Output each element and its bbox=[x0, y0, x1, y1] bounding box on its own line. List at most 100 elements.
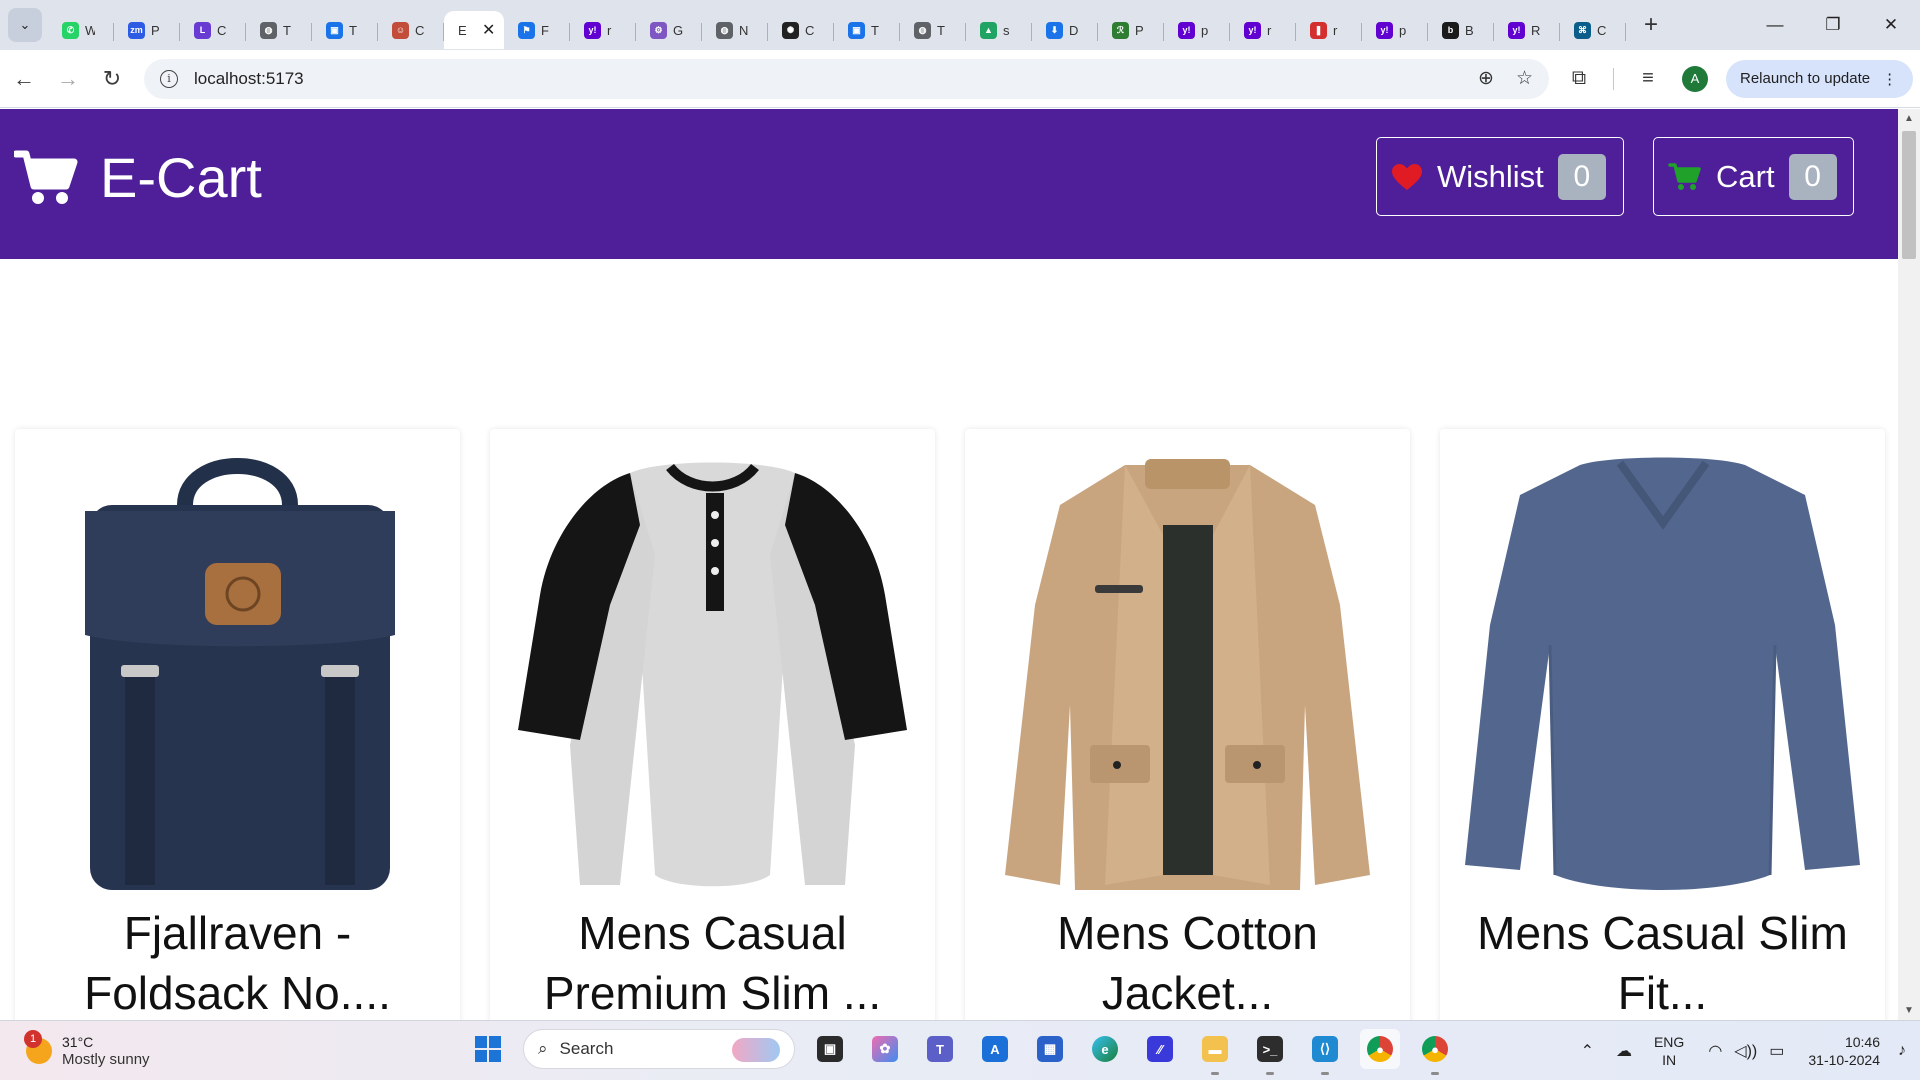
product-title-line: Foldsack No.... bbox=[84, 967, 391, 1019]
browser-tab[interactable]: ◍ N bbox=[702, 11, 768, 49]
chrome-profile-icon[interactable]: ● bbox=[1415, 1029, 1455, 1075]
store-icon[interactable]: ▦ bbox=[1030, 1029, 1070, 1069]
tab-title: T bbox=[349, 22, 357, 38]
language-indicator[interactable]: ENG IN bbox=[1654, 1033, 1684, 1069]
notification-bell-icon[interactable]: ♪ bbox=[1898, 1042, 1906, 1060]
browser-tab-active[interactable]: E ✕ bbox=[444, 11, 504, 49]
chevron-up-icon[interactable]: ⌃ bbox=[1581, 1041, 1594, 1061]
close-tab-icon[interactable]: ✕ bbox=[482, 20, 495, 40]
page-scrollbar[interactable]: ▲ ▼ bbox=[1898, 109, 1920, 1020]
minimize-button[interactable]: — bbox=[1746, 0, 1804, 50]
browser-tab[interactable]: ☺ C bbox=[378, 11, 444, 49]
tab-title: p bbox=[1201, 22, 1209, 38]
browser-tab[interactable]: ⌘ C bbox=[1560, 11, 1626, 49]
new-tab-button[interactable]: + bbox=[1634, 8, 1668, 42]
product-card[interactable]: Mens Cotton Jacket... bbox=[965, 429, 1410, 1020]
browser-tab[interactable]: ⬇ D bbox=[1032, 11, 1098, 49]
product-image-raglan-tshirt[interactable] bbox=[510, 445, 915, 895]
quick-settings[interactable]: ◠ ◁)) ▭ bbox=[1708, 1041, 1784, 1061]
tab-title: p bbox=[1399, 22, 1407, 38]
product-title[interactable]: Mens Casual Slim Fit... bbox=[1440, 903, 1885, 1020]
search-icon: ⌕ bbox=[538, 1039, 548, 1058]
browser-tab[interactable]: LC bbox=[180, 11, 246, 49]
browser-tab[interactable]: ⚙ G bbox=[636, 11, 702, 49]
reload-button[interactable]: ↻ bbox=[92, 59, 132, 99]
tab-favicon-icon: ▣ bbox=[848, 21, 865, 39]
scroll-up-arrow-icon[interactable]: ▲ bbox=[1904, 113, 1914, 124]
taskbar-search[interactable]: ⌕ Search bbox=[523, 1029, 795, 1069]
product-title[interactable]: Mens Cotton Jacket... bbox=[965, 903, 1410, 1020]
browser-tab[interactable]: y! p bbox=[1164, 11, 1230, 49]
browser-tab[interactable]: ◍ T bbox=[246, 11, 312, 49]
browser-tab[interactable]: ✺ C bbox=[768, 11, 834, 49]
profile-avatar[interactable]: A bbox=[1682, 65, 1708, 92]
tab-list: ✆ Wzm P L C ◍ T ▣ T ☺ C E ✕ ⚑ Fy! r ⚙ G ◍ N ✺ C ▣ T ◍ T ▲ s ⬇ D ℛ Py! p y… bbox=[48, 0, 1626, 50]
browser-tab[interactable]: y! p bbox=[1362, 11, 1428, 49]
product-image-backpack[interactable] bbox=[35, 445, 440, 895]
browser-tab[interactable]: ❚ r bbox=[1296, 11, 1362, 49]
scroll-down-arrow-icon[interactable]: ▼ bbox=[1904, 1005, 1914, 1016]
browser-tab[interactable]: y! R bbox=[1494, 11, 1560, 49]
browser-tab[interactable]: y! r bbox=[1230, 11, 1296, 49]
chrome-icon[interactable]: ● bbox=[1360, 1029, 1400, 1069]
browser-tab[interactable]: bB bbox=[1428, 11, 1494, 49]
product-title[interactable]: Mens Casual Premium Slim ... bbox=[490, 903, 935, 1020]
address-bar[interactable]: i localhost:5173 ⊕ ☆ bbox=[144, 58, 1549, 99]
browser-tab[interactable]: y! r bbox=[570, 11, 636, 49]
brand-link[interactable]: E-Cart bbox=[14, 145, 262, 210]
start-button[interactable] bbox=[468, 1029, 508, 1069]
close-window-button[interactable]: ✕ bbox=[1862, 0, 1920, 50]
product-card[interactable]: Fjallraven - Foldsack No.... bbox=[15, 429, 460, 1020]
product-image-cotton-jacket[interactable] bbox=[985, 445, 1390, 895]
scrollbar-thumb[interactable] bbox=[1902, 131, 1916, 259]
onedrive-icon[interactable]: ☁ bbox=[1616, 1041, 1632, 1061]
tab-favicon-icon: ▲ bbox=[980, 21, 997, 39]
forward-button[interactable]: → bbox=[48, 59, 88, 99]
product-grid: Fjallraven - Foldsack No.... Mens Casual… bbox=[15, 429, 1885, 1020]
file-explorer-icon[interactable]: ▬ bbox=[1195, 1029, 1235, 1075]
tab-search-button[interactable]: ⌄ bbox=[8, 8, 42, 42]
windows-logo-icon bbox=[475, 1036, 501, 1062]
clock-time: 10:46 bbox=[1844, 1034, 1880, 1050]
translator-icon[interactable]: A bbox=[975, 1029, 1015, 1069]
window-controls: — ❐ ✕ bbox=[1746, 0, 1920, 50]
product-title[interactable]: Fjallraven - Foldsack No.... bbox=[15, 903, 460, 1020]
wishlist-button[interactable]: Wishlist 0 bbox=[1376, 137, 1624, 216]
tab-favicon-icon: ⌘ bbox=[1574, 21, 1591, 39]
browser-tab[interactable]: zm P bbox=[114, 11, 180, 49]
more-menu-icon[interactable]: ⋮ bbox=[1882, 70, 1897, 88]
teams-icon[interactable]: T bbox=[920, 1029, 960, 1069]
relaunch-button[interactable]: Relaunch to update ⋮ bbox=[1726, 59, 1914, 98]
back-button[interactable]: ← bbox=[4, 59, 44, 99]
product-image-longsleeve-tshirt[interactable] bbox=[1460, 445, 1865, 895]
media-controls-icon[interactable]: ≡ bbox=[1632, 63, 1664, 95]
taskbar-apps: ⌕ Search ▣ ✿ T A ▦ e ∕∕ ▬ >_ ⟨⟩ ● ● bbox=[468, 1029, 1455, 1075]
bookmark-star-icon[interactable]: ☆ bbox=[1516, 67, 1533, 90]
vscode-icon[interactable]: ⟨⟩ bbox=[1305, 1029, 1345, 1075]
browser-tab[interactable]: ▲ s bbox=[966, 11, 1032, 49]
restore-button[interactable]: ❐ bbox=[1804, 0, 1862, 50]
browser-tab[interactable]: ▣ T bbox=[312, 11, 378, 49]
tab-title: E bbox=[458, 22, 467, 38]
browser-tab[interactable]: ◍ T bbox=[900, 11, 966, 49]
site-info-icon[interactable]: i bbox=[160, 69, 178, 88]
tab-title: C bbox=[217, 22, 227, 38]
product-card[interactable]: Mens Casual Slim Fit... bbox=[1440, 429, 1885, 1020]
copilot-icon[interactable]: ✿ bbox=[865, 1029, 905, 1069]
browser-tab[interactable]: ℛP bbox=[1098, 11, 1164, 49]
product-card[interactable]: Mens Casual Premium Slim ... bbox=[490, 429, 935, 1020]
browser-tab[interactable]: ✆ W bbox=[48, 11, 114, 49]
extensions-icon[interactable]: ⧉ bbox=[1563, 63, 1595, 95]
address-url[interactable]: localhost:5173 bbox=[194, 69, 304, 89]
terminal-icon[interactable]: >_ bbox=[1250, 1029, 1290, 1075]
browser-tab[interactable]: ▣ T bbox=[834, 11, 900, 49]
tab-title: T bbox=[871, 22, 879, 38]
edge-icon[interactable]: e bbox=[1085, 1029, 1125, 1069]
task-view-icon[interactable]: ▣ bbox=[810, 1029, 850, 1069]
browser-tab[interactable]: ⚑ F bbox=[504, 11, 570, 49]
editor-app-icon[interactable]: ∕∕ bbox=[1140, 1029, 1180, 1069]
zoom-icon[interactable]: ⊕ bbox=[1478, 67, 1494, 90]
clock[interactable]: 10:46 31-10-2024 bbox=[1808, 1033, 1880, 1069]
cart-button[interactable]: Cart 0 bbox=[1653, 137, 1854, 216]
weather-widget[interactable]: 1 31°C Mostly sunny bbox=[24, 1030, 150, 1069]
